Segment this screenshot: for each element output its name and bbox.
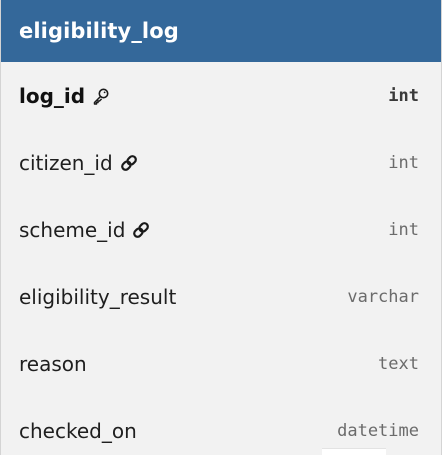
entity-table-eligibility-log[interactable]: eligibility_log log_id int citizen_id in… <box>0 0 442 455</box>
column-type: int <box>388 219 419 240</box>
column-row-scheme-id[interactable]: scheme_id int <box>1 196 441 263</box>
column-name: checked_on <box>19 418 137 443</box>
column-row-checked-on[interactable]: checked_on datetime <box>1 397 441 455</box>
column-row-reason[interactable]: reason text <box>1 330 441 397</box>
column-name: log_id <box>19 83 86 108</box>
link-icon <box>131 220 151 240</box>
column-list: log_id int citizen_id int scheme_id int … <box>1 62 441 455</box>
link-icon <box>119 153 139 173</box>
column-name-cell: log_id <box>19 84 111 108</box>
column-type: int <box>388 85 419 106</box>
key-icon <box>91 86 111 106</box>
column-name: scheme_id <box>19 217 126 242</box>
column-name: citizen_id <box>19 150 113 175</box>
column-name: eligibility_result <box>19 284 177 309</box>
diagram-canvas: eligibility_log log_id int citizen_id in… <box>0 0 442 455</box>
column-row-log-id[interactable]: log_id int <box>1 62 441 129</box>
scroll-indicator <box>322 448 386 455</box>
column-type: datetime <box>337 420 419 441</box>
column-type: text <box>378 353 419 374</box>
column-name: reason <box>19 351 87 376</box>
column-type: varchar <box>347 286 419 307</box>
column-row-citizen-id[interactable]: citizen_id int <box>1 129 441 196</box>
column-type: int <box>388 152 419 173</box>
column-name-cell: citizen_id <box>19 151 139 175</box>
column-name-cell: scheme_id <box>19 218 151 242</box>
table-title: eligibility_log <box>1 0 441 62</box>
column-row-eligibility-result[interactable]: eligibility_result varchar <box>1 263 441 330</box>
